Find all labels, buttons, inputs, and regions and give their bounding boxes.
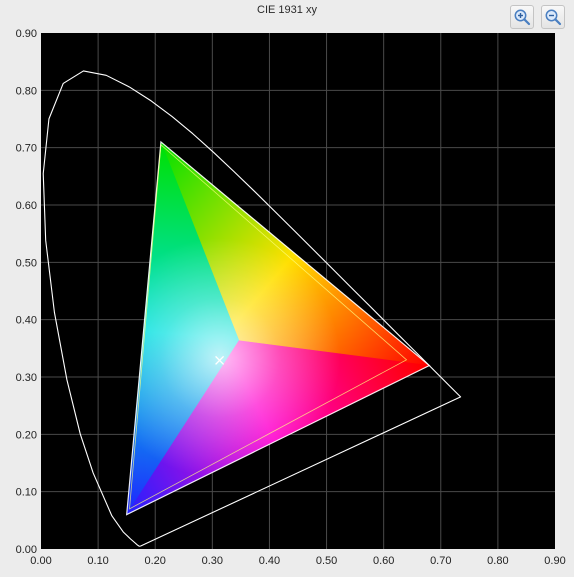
- y-tick-label: 0.80: [16, 85, 37, 97]
- x-tick-label: 0.20: [145, 555, 166, 567]
- y-tick-label: 0.40: [16, 315, 37, 327]
- x-tick-label: 0.50: [316, 555, 337, 567]
- x-tick-label: 0.70: [430, 555, 451, 567]
- y-tick-label: 0.50: [16, 257, 37, 269]
- x-tick-label: 0.60: [373, 555, 394, 567]
- y-tick-label: 0.90: [16, 28, 37, 40]
- x-tick-label: 0.40: [259, 555, 280, 567]
- y-tick-label: 0.30: [16, 372, 37, 384]
- y-tick-label: 0.10: [16, 487, 37, 499]
- x-tick-label: 0.90: [544, 555, 565, 567]
- y-tick-label: 0.20: [16, 429, 37, 441]
- x-tick-label: 0.00: [30, 555, 51, 567]
- y-tick-label: 0.00: [16, 544, 37, 556]
- cie-chart[interactable]: 0.00 0.10 0.20 0.30 0.40 0.50 0.60 0.70 0.80 0.90…: [0, 0, 574, 577]
- x-tick-label: 0.80: [487, 555, 508, 567]
- y-tick-label: 0.60: [16, 200, 37, 212]
- x-tick-label: 0.10: [87, 555, 108, 567]
- y-tick-label: 0.70: [16, 143, 37, 155]
- x-tick-label: 0.30: [202, 555, 223, 567]
